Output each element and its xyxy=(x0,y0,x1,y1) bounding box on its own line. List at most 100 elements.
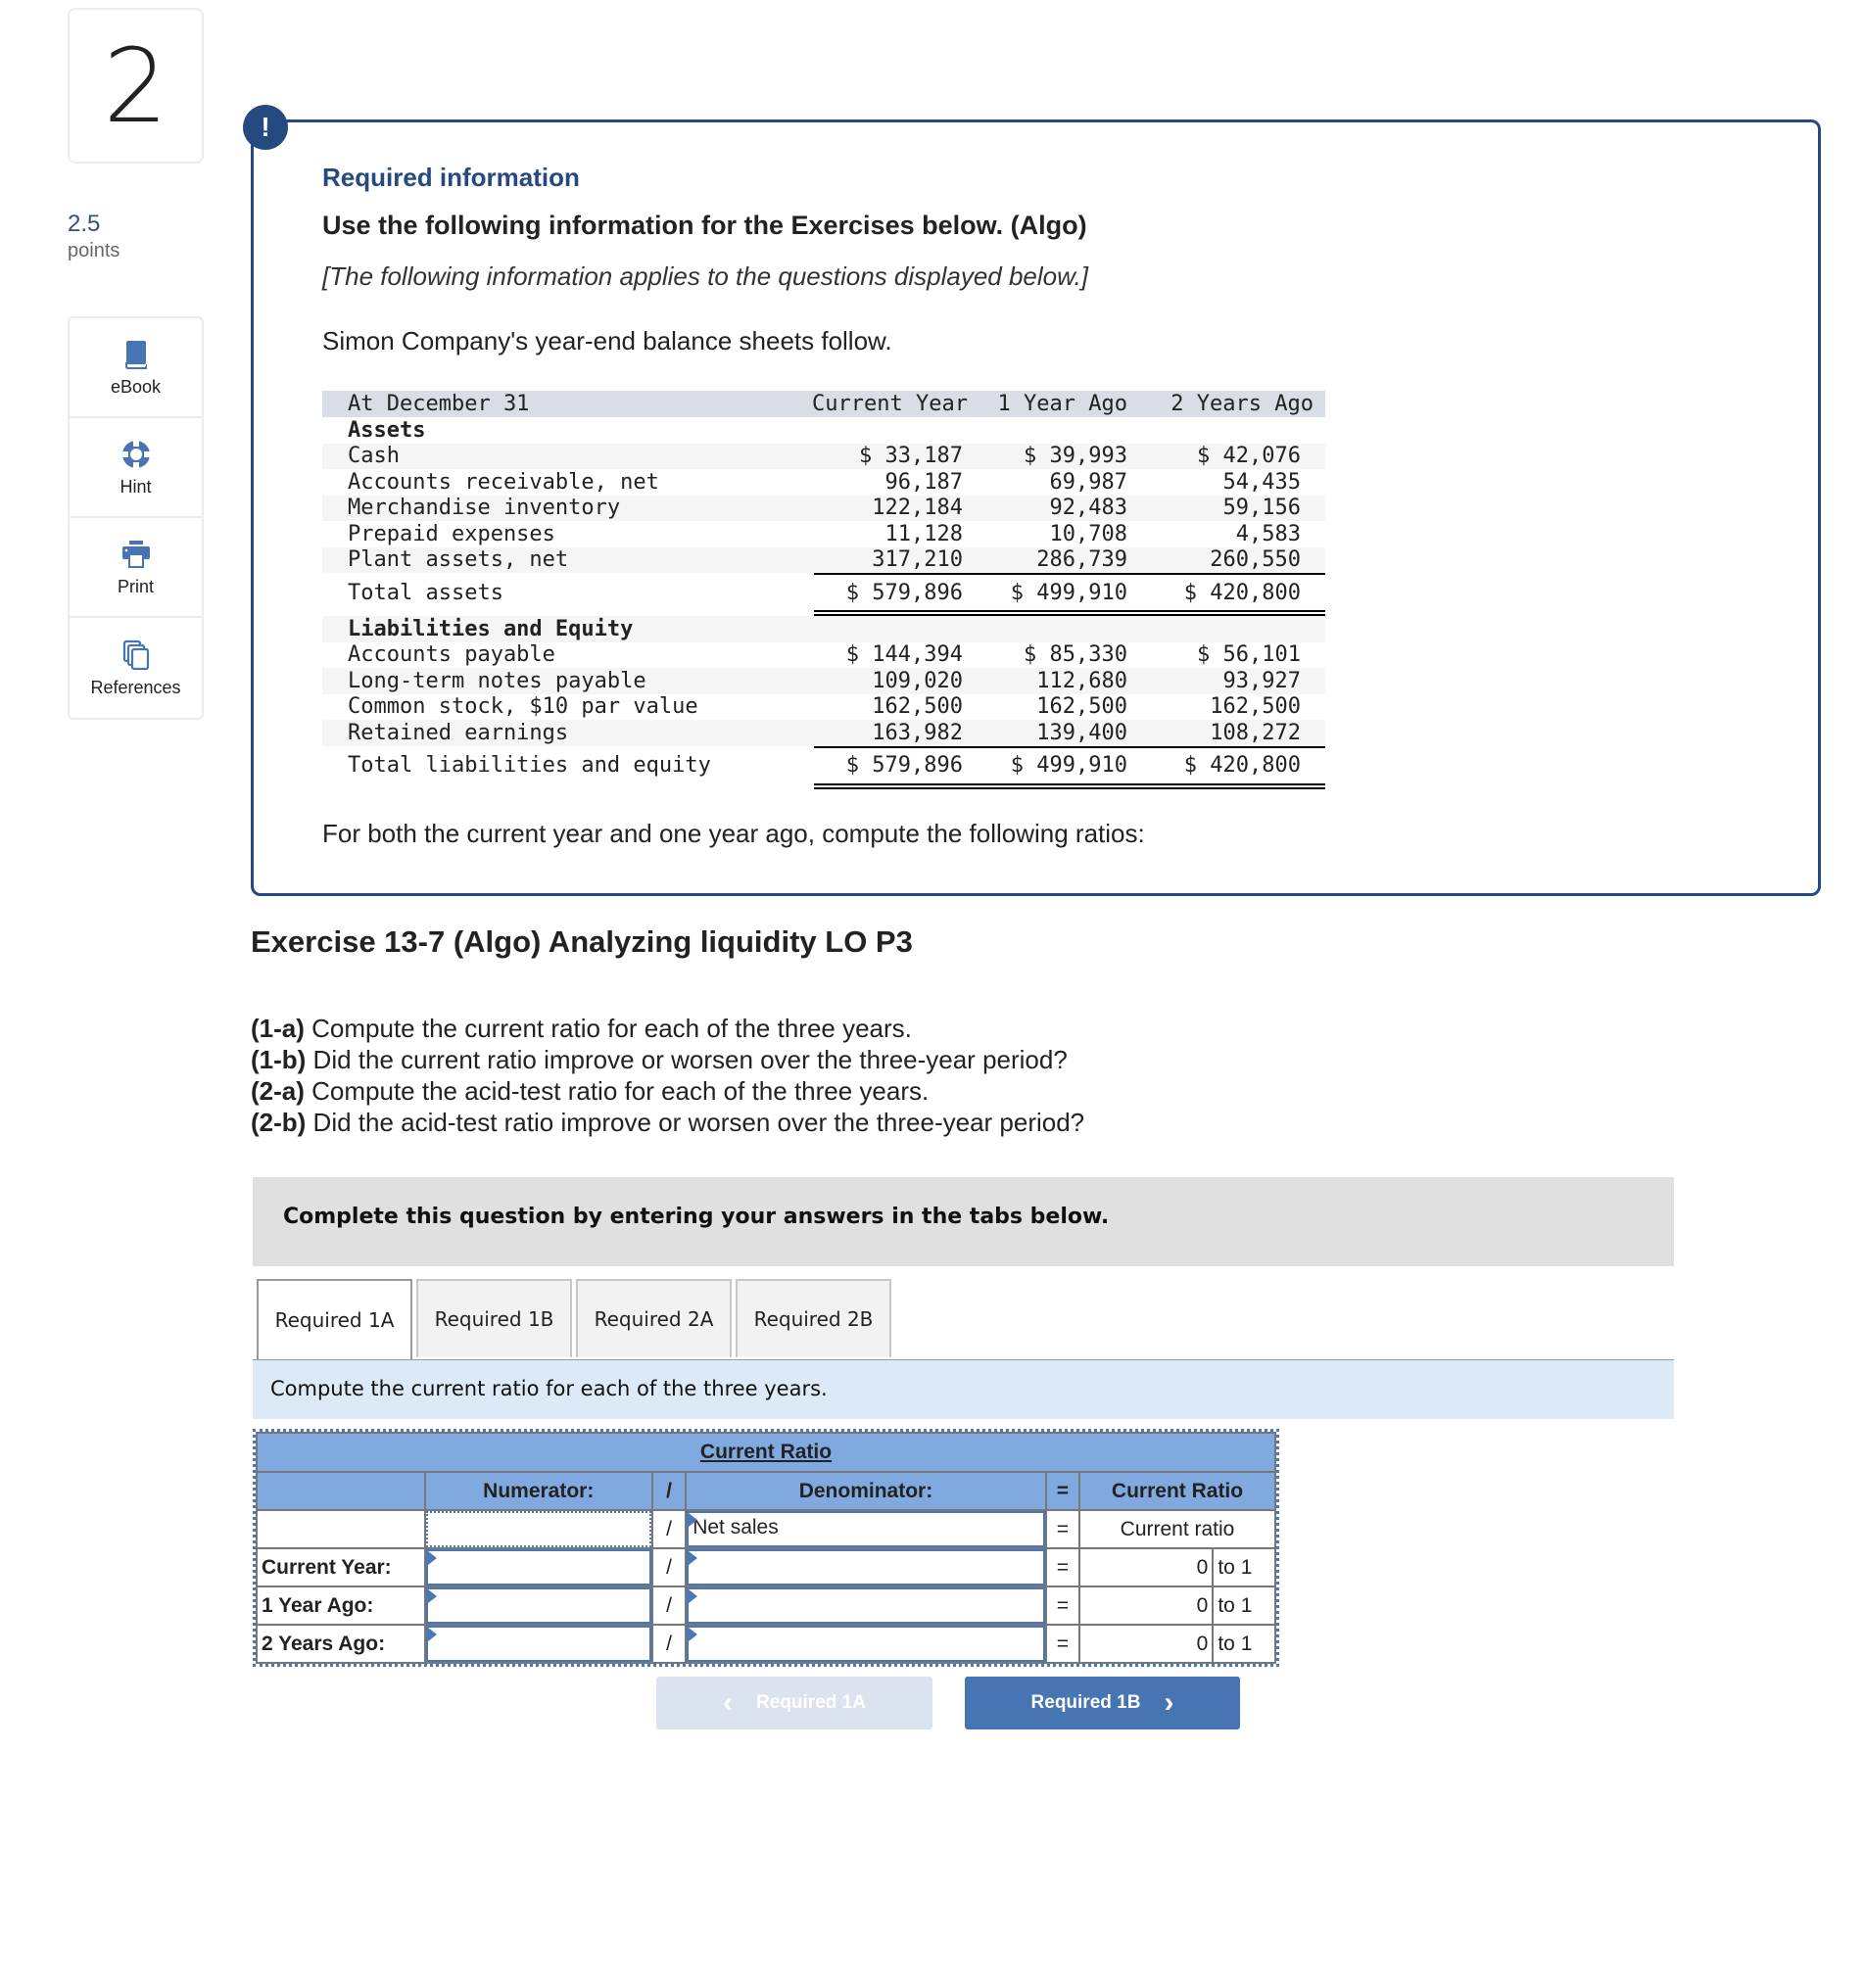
table-row: Plant assets, net 317,210 286,739 260,55… xyxy=(322,546,1325,573)
ratio-unit: to 1 xyxy=(1212,1586,1276,1626)
requirement-item: (1-b) Did the current ratio improve or w… xyxy=(251,1044,1084,1075)
tab-required-2b[interactable]: Required 2B xyxy=(736,1279,891,1357)
tab-required-1b[interactable]: Required 1B xyxy=(416,1279,572,1357)
hint-button[interactable]: Hint xyxy=(70,418,202,518)
divide-header: / xyxy=(650,1471,688,1511)
denominator-input[interactable] xyxy=(687,1587,1045,1624)
ratio-row-current-year: Current Year: / = 0 to 1 xyxy=(256,1547,1276,1587)
cell: 139,400 xyxy=(1036,720,1127,745)
cell: 4,583 xyxy=(1235,521,1301,546)
balance-sheet-table: At December 31 Current Year 1 Year Ago 2… xyxy=(322,391,1325,789)
numerator-cell xyxy=(423,1586,653,1626)
references-button[interactable]: References xyxy=(70,618,202,718)
dropdown-flag-icon xyxy=(427,1628,437,1641)
numerator-input[interactable] xyxy=(425,1549,651,1586)
print-button[interactable]: Print xyxy=(70,518,202,618)
dropdown-flag-icon xyxy=(689,1589,698,1603)
cell: $ 85,330 xyxy=(1024,642,1127,668)
row-label: Cash xyxy=(348,444,400,469)
denominator-header: Denominator: xyxy=(685,1471,1047,1511)
table-row: Accounts payable $ 144,394 $ 85,330 $ 56… xyxy=(322,642,1325,669)
denominator-cell xyxy=(685,1624,1047,1664)
col-2-years-ago: 2 Years Ago xyxy=(1170,392,1314,416)
ratio-result: 0 xyxy=(1078,1624,1215,1664)
prev-required-button[interactable]: ‹ Required 1A xyxy=(656,1677,932,1729)
row-label: Current Year: xyxy=(256,1547,426,1587)
cell: 96,187 xyxy=(884,469,963,495)
ebook-button[interactable]: eBook xyxy=(70,318,202,418)
divide-sign: / xyxy=(650,1509,688,1549)
requirement-tag: (2-b) xyxy=(251,1108,307,1137)
equals-sign: = xyxy=(1044,1586,1081,1626)
dropdown-flag-icon xyxy=(427,1551,437,1565)
formula-denominator-value: Net sales xyxy=(693,1516,779,1538)
divide-sign: / xyxy=(650,1547,688,1587)
denominator-input[interactable] xyxy=(687,1626,1045,1662)
exercise-title: Exercise 13-7 (Algo) Analyzing liquidity… xyxy=(251,924,913,959)
ratio-result: 0 xyxy=(1078,1547,1215,1587)
cell: 162,500 xyxy=(872,694,963,720)
row-label: Accounts receivable, net xyxy=(348,469,659,495)
denominator-input[interactable] xyxy=(687,1549,1045,1586)
points-block: 2.5 points xyxy=(68,210,119,262)
info-title: Use the following information for the Ex… xyxy=(322,211,1087,240)
lifebuoy-icon xyxy=(121,440,150,468)
hint-label: Hint xyxy=(119,476,152,497)
next-required-button[interactable]: Required 1B › xyxy=(965,1677,1240,1729)
equals-sign: = xyxy=(1044,1509,1081,1549)
table-row: Prepaid expenses 11,128 10,708 4,583 xyxy=(322,521,1325,547)
print-label: Print xyxy=(117,576,154,596)
section-heading: Assets xyxy=(322,417,1325,444)
result-header: Current Ratio xyxy=(1078,1471,1276,1511)
ratio-row-2-years-ago: 2 Years Ago: / = 0 to 1 xyxy=(256,1624,1276,1664)
question-number: 2 xyxy=(68,8,204,164)
requirement-item: (2-b) Did the acid-test ratio improve or… xyxy=(251,1107,1084,1138)
cell: 109,020 xyxy=(872,668,963,693)
table-row: Retained earnings 163,982 139,400 108,27… xyxy=(322,720,1325,746)
cell: 286,739 xyxy=(1036,547,1127,573)
divide-sign: / xyxy=(650,1586,688,1626)
ratio-row-1-year-ago: 1 Year Ago: / = 0 to 1 xyxy=(256,1586,1276,1626)
equals-sign: = xyxy=(1044,1547,1081,1587)
formula-denominator-select[interactable]: Net sales xyxy=(687,1511,1045,1547)
cell: $ 499,910 xyxy=(1010,753,1127,778)
points-label: points xyxy=(68,240,120,261)
requirement-tag: (1-a) xyxy=(251,1014,305,1043)
assets-heading: Assets xyxy=(348,417,426,443)
dropdown-flag-icon xyxy=(427,1589,437,1603)
formula-denominator-cell: Net sales xyxy=(685,1509,1047,1549)
col-current-year: Current Year xyxy=(812,392,968,416)
row-label: Common stock, $10 par value xyxy=(348,694,698,720)
numerator-input[interactable] xyxy=(425,1587,651,1624)
numerator-input[interactable] xyxy=(425,1626,651,1662)
denominator-cell xyxy=(685,1586,1047,1626)
cell: 10,708 xyxy=(1049,521,1127,546)
cell: 11,128 xyxy=(884,521,963,546)
row-label: Prepaid expenses xyxy=(348,521,555,546)
denominator-cell xyxy=(685,1547,1047,1587)
formula-numerator-select[interactable] xyxy=(425,1511,651,1547)
book-icon xyxy=(124,340,147,369)
divide-sign: / xyxy=(650,1624,688,1664)
requirement-text: Compute the current ratio for each of th… xyxy=(304,1014,912,1043)
tools-panel: eBook Hint Print References xyxy=(68,316,204,720)
applies-note: [The following information applies to th… xyxy=(322,261,1088,291)
numerator-cell xyxy=(423,1547,653,1587)
cell: 112,680 xyxy=(1036,668,1127,693)
cell: $ 42,076 xyxy=(1197,444,1301,469)
header-label: At December 31 xyxy=(348,392,530,416)
cell: 108,272 xyxy=(1210,720,1301,745)
row-label: 1 Year Ago: xyxy=(256,1586,426,1626)
cell: $ 144,394 xyxy=(845,642,963,668)
current-ratio-table: Current Ratio Numerator: / Denominator: … xyxy=(253,1429,1279,1667)
cell: $ 39,993 xyxy=(1024,444,1127,469)
tab-required-2a[interactable]: Required 2A xyxy=(576,1279,732,1357)
complete-prompt: Complete this question by entering your … xyxy=(253,1177,1674,1266)
documents-icon xyxy=(122,639,149,670)
tab-required-1a[interactable]: Required 1A xyxy=(257,1279,412,1359)
cell: 317,210 xyxy=(872,547,963,573)
row-label: Long-term notes payable xyxy=(348,668,646,693)
cell: 163,982 xyxy=(872,720,963,745)
cell: $ 579,896 xyxy=(845,580,963,605)
prev-button-label: Required 1A xyxy=(756,1692,866,1713)
